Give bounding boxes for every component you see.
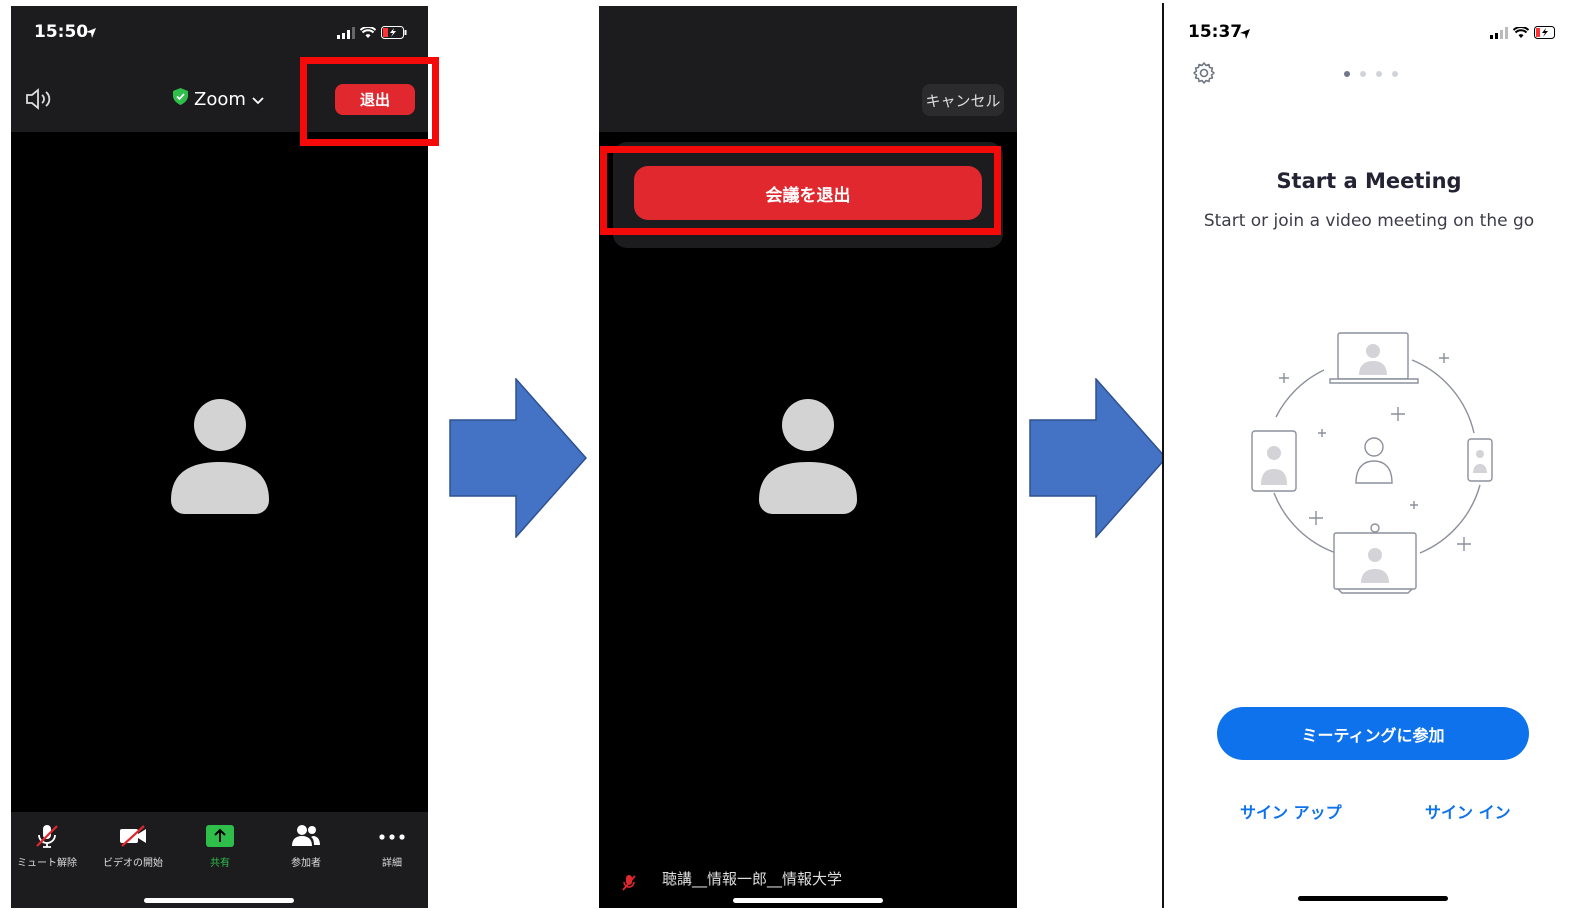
more-icon — [379, 832, 405, 843]
share-screen-icon — [206, 824, 234, 850]
sign-up-link[interactable]: サイン アップ — [1240, 799, 1342, 823]
status-icons — [1490, 24, 1558, 43]
meeting-title-button[interactable]: Zoom — [173, 88, 264, 110]
participant-name: 聴講__情報一郎__情報大学 — [662, 870, 843, 888]
shield-check-icon — [173, 88, 188, 110]
avatar-placeholder-icon — [171, 398, 269, 518]
devices-illustration-icon — [1251, 332, 1493, 594]
participants-label: 参加者 — [291, 858, 321, 869]
page-dot[interactable] — [1344, 71, 1350, 77]
status-icons — [337, 24, 407, 43]
start-video-label: ビデオの開始 — [103, 858, 163, 869]
page-dot[interactable] — [1360, 71, 1366, 77]
video-off-icon — [118, 824, 148, 851]
more-label: 詳細 — [382, 858, 402, 869]
settings-gear-icon[interactable] — [1192, 61, 1216, 89]
page-dot[interactable] — [1392, 71, 1398, 77]
battery-charging-icon — [381, 24, 407, 43]
signal-icon — [1490, 24, 1508, 43]
cancel-button[interactable]: キャンセル — [922, 84, 1004, 116]
meeting-toolbar: ミュート解除 ビデオの開始 共有 参加者 詳細 — [11, 812, 428, 908]
start-video-button[interactable]: ビデオの開始 — [91, 824, 175, 869]
join-meeting-button[interactable]: ミーティングに参加 — [1217, 707, 1529, 760]
battery-charging-icon — [1534, 24, 1558, 43]
participants-icon — [291, 824, 321, 851]
unmute-button[interactable]: ミュート解除 — [11, 824, 89, 869]
highlight-leave-meeting-button — [600, 146, 1001, 235]
onboarding-subtitle: Start or join a video meeting on the go — [1203, 211, 1535, 231]
carousel-page-dots[interactable] — [1344, 71, 1398, 77]
leave-confirm-screen: キャンセル 会議を退出 聴講__情報一郎__情報大学 — [599, 6, 1017, 908]
home-indicator — [144, 898, 294, 903]
avatar-placeholder-icon — [759, 398, 857, 518]
meeting-title: Zoom — [194, 88, 246, 110]
location-arrow-icon — [85, 24, 97, 43]
status-bar — [599, 6, 1017, 62]
more-button[interactable]: 詳細 — [350, 824, 428, 869]
status-time: 15:37 — [1188, 22, 1243, 42]
zoom-home-screen: 15:37 Start a Meeting Start or join a vi… — [1162, 3, 1574, 908]
page-dot[interactable] — [1376, 71, 1382, 77]
participants-button[interactable]: 参加者 — [264, 824, 348, 869]
unmute-label: ミュート解除 — [17, 858, 77, 869]
next-step-arrow-icon — [449, 378, 587, 538]
home-indicator — [1298, 896, 1448, 901]
wifi-icon — [1512, 24, 1530, 43]
speaker-icon[interactable] — [25, 88, 53, 114]
next-step-arrow-icon — [1029, 378, 1167, 538]
highlight-leave-button — [300, 57, 439, 146]
sign-in-link[interactable]: サイン イン — [1425, 799, 1511, 823]
onboarding-title: Start a Meeting — [1276, 169, 1462, 193]
muted-mic-icon — [621, 874, 637, 896]
share-button[interactable]: 共有 — [178, 824, 262, 869]
location-arrow-icon — [1239, 25, 1251, 44]
status-time: 15:50 — [34, 22, 89, 42]
signal-icon — [337, 24, 355, 43]
wifi-icon — [359, 24, 377, 43]
home-indicator — [733, 898, 883, 903]
share-label: 共有 — [210, 858, 230, 869]
chevron-down-icon — [252, 89, 264, 110]
muted-mic-icon — [34, 823, 60, 852]
